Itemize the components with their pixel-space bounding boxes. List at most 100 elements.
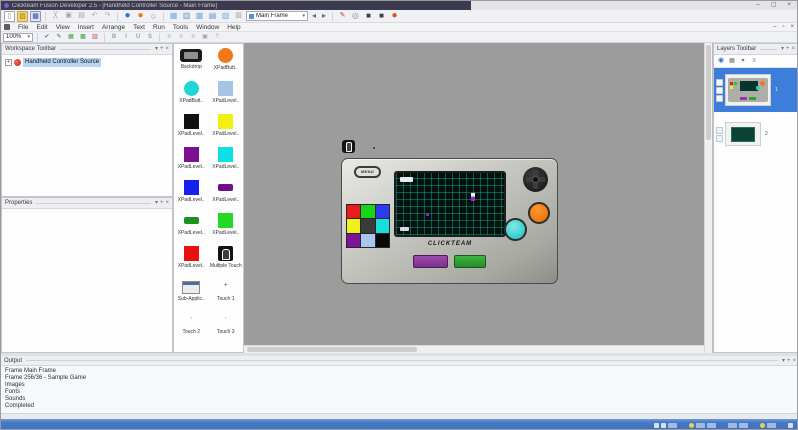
menu-file[interactable]: File <box>14 23 32 32</box>
object-item-xpad-level[interactable]: XPadLevel.. <box>174 210 209 243</box>
touch-point-object[interactable] <box>373 147 375 149</box>
object-item-multiple-touch[interactable]: Multiple Touch <box>209 243 244 276</box>
pen-icon[interactable]: ✎ <box>337 11 348 22</box>
menu-oval-button[interactable]: MENU <box>354 166 381 178</box>
pad-dark[interactable] <box>361 219 375 233</box>
cyan-round-button[interactable] <box>504 218 527 241</box>
layer-row-1[interactable]: 1 <box>714 68 797 112</box>
pad-red[interactable] <box>347 205 361 219</box>
align-center-icon[interactable]: ≡ <box>176 33 186 42</box>
object-item-xpad-button[interactable]: XPadButt.. <box>209 45 244 78</box>
lock-icon[interactable] <box>716 86 723 94</box>
help-icon[interactable]: ? <box>212 33 222 42</box>
strikethrough-icon[interactable]: S <box>145 33 155 42</box>
green-bar-button[interactable] <box>454 255 486 268</box>
web-icon[interactable]: ● <box>122 11 133 22</box>
object-item-touch-1[interactable]: + Touch 1 <box>209 276 244 309</box>
enemy-dot[interactable] <box>426 213 429 216</box>
save-icon[interactable]: ▦ <box>30 10 41 22</box>
run-application-icon[interactable]: ● <box>135 11 146 22</box>
multiple-touch-object[interactable] <box>342 140 355 153</box>
player-sprite[interactable] <box>471 193 475 201</box>
ring-icon[interactable]: ◎ <box>350 11 361 22</box>
copy-icon[interactable]: ▣ <box>63 11 74 22</box>
align-left-icon[interactable]: ≡ <box>164 33 174 42</box>
pad-green[interactable] <box>361 205 375 219</box>
menu-window[interactable]: Window <box>192 23 223 32</box>
menu-insert[interactable]: Insert <box>74 23 98 32</box>
object-item-backdrop[interactable]: Backdrop <box>174 45 209 78</box>
open-icon[interactable]: ▨ <box>17 10 28 22</box>
event-editor-icon[interactable]: ▩ <box>194 11 205 22</box>
italic-icon[interactable]: I <box>121 33 131 42</box>
child-minimize-button[interactable]: – <box>773 24 776 30</box>
event-list-editor-icon[interactable]: ▤ <box>207 11 218 22</box>
object-item-xpad-level[interactable]: XPadLevel.. <box>174 111 209 144</box>
canvas-vertical-scrollbar[interactable] <box>704 43 712 353</box>
pad-purple[interactable] <box>347 233 361 247</box>
block-tool-icon[interactable]: ■ <box>363 11 374 22</box>
menu-arrange[interactable]: Arrange <box>98 23 129 32</box>
data-elements-icon[interactable]: ▨ <box>233 11 244 22</box>
wireframe-icon[interactable] <box>716 94 723 102</box>
pad-black[interactable] <box>375 233 389 247</box>
next-frame-icon[interactable]: ▸ <box>320 11 328 22</box>
paste-icon[interactable]: ▤ <box>76 11 87 22</box>
grid-color-icon[interactable]: ▥ <box>90 33 100 42</box>
grid-show-icon[interactable]: ▦ <box>66 33 76 42</box>
previous-frame-icon[interactable]: ◂ <box>310 11 318 22</box>
grid-snap-icon[interactable]: ▩ <box>78 33 88 42</box>
new-icon[interactable]: ▯ <box>4 10 15 22</box>
menu-help[interactable]: Help <box>223 23 244 32</box>
pin-icon[interactable]: + <box>786 44 790 54</box>
tree-expander-icon[interactable]: + <box>5 59 12 66</box>
color-pad-grid[interactable] <box>346 204 390 248</box>
child-close-button[interactable]: × <box>790 24 794 30</box>
game-screen[interactable] <box>394 171 506 237</box>
frame-editor-icon[interactable]: ▥ <box>181 11 192 22</box>
storyboard-editor-icon[interactable]: ▦ <box>168 11 179 22</box>
new-layer-icon[interactable]: ▦ <box>728 57 736 65</box>
object-item-xpad-level[interactable]: XPadLevel.. <box>174 243 209 276</box>
minimize-button[interactable]: – <box>756 1 759 10</box>
controller-backdrop[interactable]: MENU CLICKTEAM <box>341 158 558 284</box>
run-frame-icon[interactable]: ○ <box>148 11 159 22</box>
tree-item-application[interactable]: + Handheld Controller Source <box>2 55 172 67</box>
eye-icon[interactable] <box>716 126 723 134</box>
align-right-icon[interactable]: ≡ <box>188 33 198 42</box>
layer-thumbnail[interactable] <box>725 122 761 146</box>
bold-icon[interactable]: B <box>109 33 119 42</box>
object-item-xpad-button[interactable]: XPadButt.. <box>174 78 209 111</box>
text-color-icon[interactable]: ▣ <box>200 33 210 42</box>
child-restore-button[interactable]: ▫ <box>782 24 784 30</box>
eye-icon[interactable] <box>716 78 723 86</box>
tree-item-label[interactable]: Handheld Controller Source <box>23 58 102 67</box>
cut-icon[interactable]: ╳ <box>50 11 61 22</box>
redo-icon[interactable]: ↷ <box>102 11 113 22</box>
menu-edit[interactable]: Edit <box>32 23 51 32</box>
pad-yellow[interactable] <box>347 219 361 233</box>
object-item-xpad-level[interactable]: XPadLevel.. <box>209 177 244 210</box>
maximize-button[interactable]: ▢ <box>771 1 777 10</box>
dpad-button[interactable] <box>523 167 548 192</box>
pin-icon[interactable]: + <box>787 356 791 366</box>
pin-icon[interactable]: + <box>160 44 164 54</box>
menu-view[interactable]: View <box>52 23 74 32</box>
frame-editor-canvas[interactable]: MENU CLICKTEAM <box>244 43 704 345</box>
object-item-xpad-level[interactable]: XPadLevel.. <box>174 144 209 177</box>
object-item-sub-application[interactable]: Sub-Applic.. <box>174 276 209 309</box>
layer-thumbnail[interactable] <box>725 74 771 106</box>
edit-pen-icon[interactable]: ✎ <box>54 33 64 42</box>
object-item-touch-3[interactable]: · Touch 3 <box>209 309 244 342</box>
collapse-icon[interactable]: ▾ <box>782 356 785 366</box>
scrollbar-thumb[interactable] <box>706 45 711 140</box>
object-item-xpad-level[interactable]: XPadLevel.. <box>209 78 244 111</box>
close-icon[interactable]: × <box>792 356 796 366</box>
collapse-icon[interactable]: ▾ <box>781 44 784 54</box>
menu-text[interactable]: Text <box>129 23 149 32</box>
picture-editor-icon[interactable]: ▧ <box>220 11 231 22</box>
object-item-xpad-level[interactable]: XPadLevel.. <box>174 177 209 210</box>
close-button[interactable]: × <box>787 1 791 10</box>
frame-selector[interactable]: Main Frame ▾ <box>246 11 308 21</box>
object-item-xpad-level[interactable]: XPadLevel.. <box>209 144 244 177</box>
